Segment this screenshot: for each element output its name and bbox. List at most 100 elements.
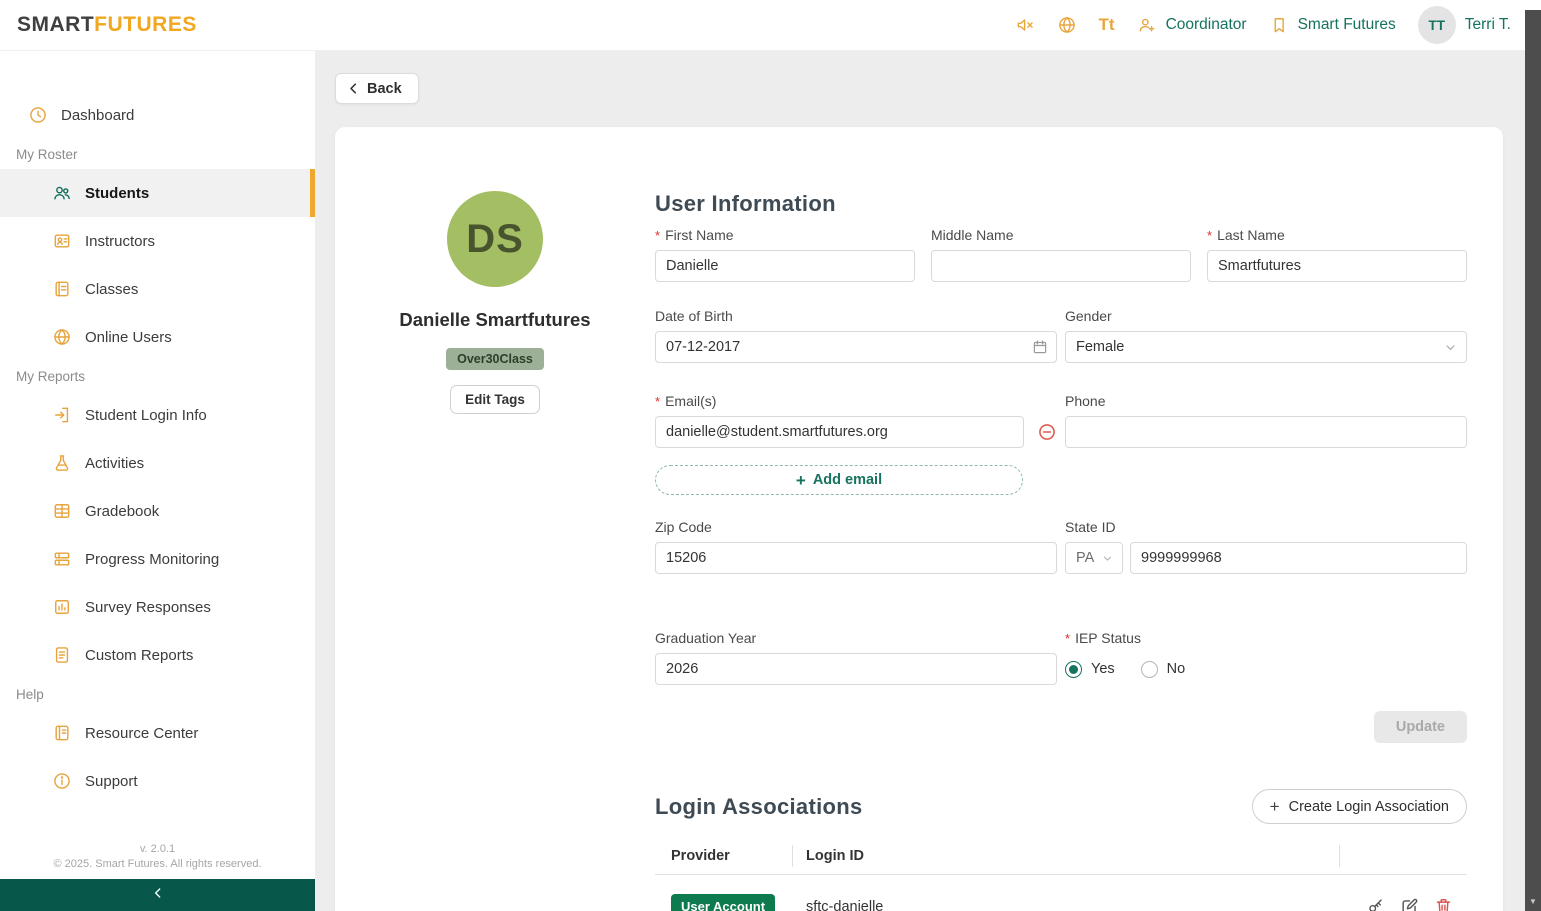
user-group[interactable]: TT Terri T. [1417,6,1511,44]
email-input[interactable] [655,416,1024,448]
font-size-icon[interactable]: Tt [1099,15,1115,35]
graduation-year-field: Graduation Year [655,630,1057,685]
column-header-login-id: Login ID [793,845,1340,867]
create-login-association-button[interactable]: + Create Login Association [1251,789,1467,824]
first-name-input[interactable] [655,250,915,282]
zip-state-row: Zip Code State ID PA [655,519,1467,574]
remove-email-icon[interactable] [1037,422,1057,442]
iep-radio-group: Yes No [1065,653,1467,685]
sidebar-item-progress-monitoring[interactable]: Progress Monitoring [0,535,315,583]
phone-input[interactable] [1065,416,1467,448]
support-info-icon [52,771,72,791]
first-name-field: * First Name [655,227,915,282]
sidebar-item-student-login-info[interactable]: Student Login Info [0,391,315,439]
sidebar-item-gradebook[interactable]: Gradebook [0,487,315,535]
user-avatar[interactable]: TT [1417,6,1456,44]
iep-label: IEP Status [1075,630,1141,646]
scrollbar-down-arrow-icon[interactable]: ▼ [1525,897,1541,906]
required-asterisk: * [655,393,661,409]
name-row: *First Name Middle Name *Last Name [655,227,1467,282]
iep-no-option[interactable]: No [1140,660,1185,678]
sidebar-item-online-users[interactable]: Online Users [0,313,315,361]
sidebar-item-label: Students [85,184,150,202]
top-nav: Tt Coordinator Smart Futures TT Terri T. [993,6,1511,44]
sidebar-item-label: Dashboard [61,106,135,124]
sidebar-item-resource-center[interactable]: Resource Center [0,709,315,757]
delete-trash-icon[interactable] [1434,897,1453,911]
middle-name-label-row: Middle Name [931,227,1191,243]
edit-icon[interactable] [1400,897,1419,911]
role-label: Coordinator [1165,16,1247,33]
iep-yes-label: Yes [1091,661,1115,677]
globe-icon[interactable] [1057,15,1077,35]
form-column: User Information *First Name Middle Name [655,191,1467,911]
user-information-title: User Information [655,191,836,216]
app-logo[interactable]: SMARTFUTURES [17,13,197,37]
sidebar-item-students[interactable]: Students [0,169,315,217]
sidebar-item-dashboard[interactable]: Dashboard [0,91,315,139]
zip-field: Zip Code [655,519,1057,574]
classes-icon [52,279,72,299]
graduation-year-input[interactable] [655,653,1057,685]
required-asterisk: * [655,227,661,243]
radio-unselected-icon[interactable] [1140,660,1158,678]
last-name-input[interactable] [1207,250,1467,282]
organization-group[interactable]: Smart Futures [1269,15,1396,35]
first-name-label: First Name [665,227,734,243]
state-id-label: State ID [1065,519,1116,535]
back-button[interactable]: Back [335,73,419,104]
sidebar-item-activities[interactable]: Activities [0,439,315,487]
dob-input[interactable] [655,331,1057,363]
audio-muted-icon[interactable] [1015,15,1035,35]
sidebar-item-label: Support [85,772,138,790]
email-field: *Email(s) + Add email [655,393,1057,495]
state-id-input[interactable] [1130,542,1467,574]
organization-label: Smart Futures [1297,16,1396,33]
scrollbar-top-corner [1525,0,1541,10]
sidebar-item-support[interactable]: Support [0,757,315,805]
radio-selected-icon[interactable] [1065,660,1082,678]
gender-field: Gender Female [1065,308,1467,363]
row-actions [1340,897,1467,911]
edit-tags-button[interactable]: Edit Tags [450,385,540,414]
progress-monitoring-icon [52,549,72,569]
custom-reports-doc-icon [52,645,72,665]
required-asterisk: * [1065,630,1071,646]
app-root: SMARTFUTURES Tt Coordinator Smart Future… [0,0,1541,911]
middle-name-input[interactable] [931,250,1191,282]
state-select[interactable]: PA [1065,542,1123,574]
sidebar: Dashboard My Roster Students Instructors [0,51,315,911]
sidebar-item-label: Instructors [85,232,156,250]
sidebar-footer: v. 2.0.1 © 2025. Smart Futures. All righ… [0,842,315,871]
chevron-down-icon [1443,340,1458,355]
collapse-chevron-icon [150,885,166,906]
main-content: Back DS Danielle Smartfutures Over30Clas… [315,51,1541,911]
dob-label-row: Date of Birth [655,308,1057,324]
app-version: v. 2.0.1 [139,843,176,856]
iep-label-row: * IEP Status [1065,630,1467,646]
iep-yes-option[interactable]: Yes [1065,660,1115,678]
update-row: Update [655,711,1467,743]
dashboard-icon [28,105,48,125]
dob-field: Date of Birth [655,308,1057,363]
sidebar-item-label: Progress Monitoring [85,550,220,568]
zip-input[interactable] [655,542,1057,574]
student-detail-card: DS Danielle Smartfutures Over30Class Edi… [335,127,1503,911]
iep-status-field: * IEP Status Yes No [1065,630,1467,685]
phone-label: Phone [1065,393,1106,409]
sidebar-collapse-button[interactable] [0,879,315,911]
login-id-cell: sftc-danielle [793,898,1340,911]
role-group[interactable]: Coordinator [1137,15,1247,35]
vertical-scrollbar[interactable]: ▼ [1525,0,1541,911]
sidebar-item-label: Gradebook [85,502,160,520]
sidebar-item-custom-reports[interactable]: Custom Reports [0,631,315,679]
gender-select[interactable]: Female [1065,331,1467,363]
sidebar-item-instructors[interactable]: Instructors [0,217,315,265]
sidebar-item-survey-responses[interactable]: Survey Responses [0,583,315,631]
reset-password-key-icon[interactable] [1366,897,1385,911]
update-button[interactable]: Update [1373,711,1467,743]
middle-name-label: Middle Name [931,227,1014,243]
login-associations-table: Provider Login ID User Account sftc-dani… [655,838,1467,911]
sidebar-item-classes[interactable]: Classes [0,265,315,313]
add-email-button[interactable]: + Add email [655,465,1023,495]
